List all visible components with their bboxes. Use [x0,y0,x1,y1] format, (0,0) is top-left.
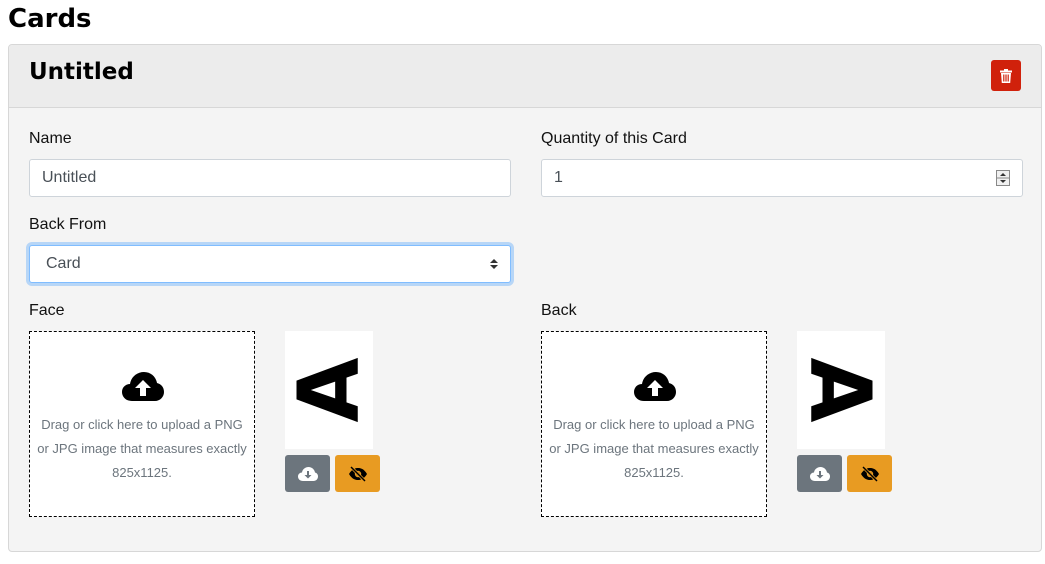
name-label: Name [29,130,72,147]
back-from-select[interactable]: Card [29,245,511,283]
back-preview-image: A [791,331,890,449]
name-input[interactable]: Untitled [29,159,511,197]
face-preview-image: A [279,331,378,449]
cloud-download-icon [297,466,318,481]
eye-slash-icon [860,465,879,482]
card-header: Untitled [9,45,1041,108]
back-from-selected: Card [46,255,81,272]
cloud-download-icon [809,466,830,481]
face-preview-glyph: A [279,357,378,423]
trash-icon [1000,68,1012,83]
cloud-upload-icon [122,372,164,401]
quantity-input[interactable]: 1 [541,159,1023,197]
quantity-label: Quantity of this Card [541,130,687,147]
face-upload-dropzone[interactable]: Drag or click here to upload a PNG or JP… [29,331,255,517]
page-title: Cards [8,4,92,34]
back-preview-glyph: A [791,357,890,423]
back-label: Back [541,302,577,319]
face-upload-text: Drag or click here to upload a PNG or JP… [37,417,247,480]
card-title: Untitled [29,59,134,85]
back-download-button[interactable] [797,455,842,492]
back-upload-text: Drag or click here to upload a PNG or JP… [549,417,759,480]
select-arrows-icon [490,259,498,269]
delete-card-button[interactable] [991,60,1021,91]
back-hide-button[interactable] [847,455,892,492]
back-upload-dropzone[interactable]: Drag or click here to upload a PNG or JP… [541,331,767,517]
quantity-value: 1 [554,169,563,186]
cloud-upload-icon [634,372,676,401]
face-hide-button[interactable] [335,455,380,492]
face-label: Face [29,302,65,319]
back-from-label: Back From [29,216,107,233]
face-download-button[interactable] [285,455,330,492]
eye-slash-icon [348,465,367,482]
quantity-stepper[interactable] [996,170,1010,186]
